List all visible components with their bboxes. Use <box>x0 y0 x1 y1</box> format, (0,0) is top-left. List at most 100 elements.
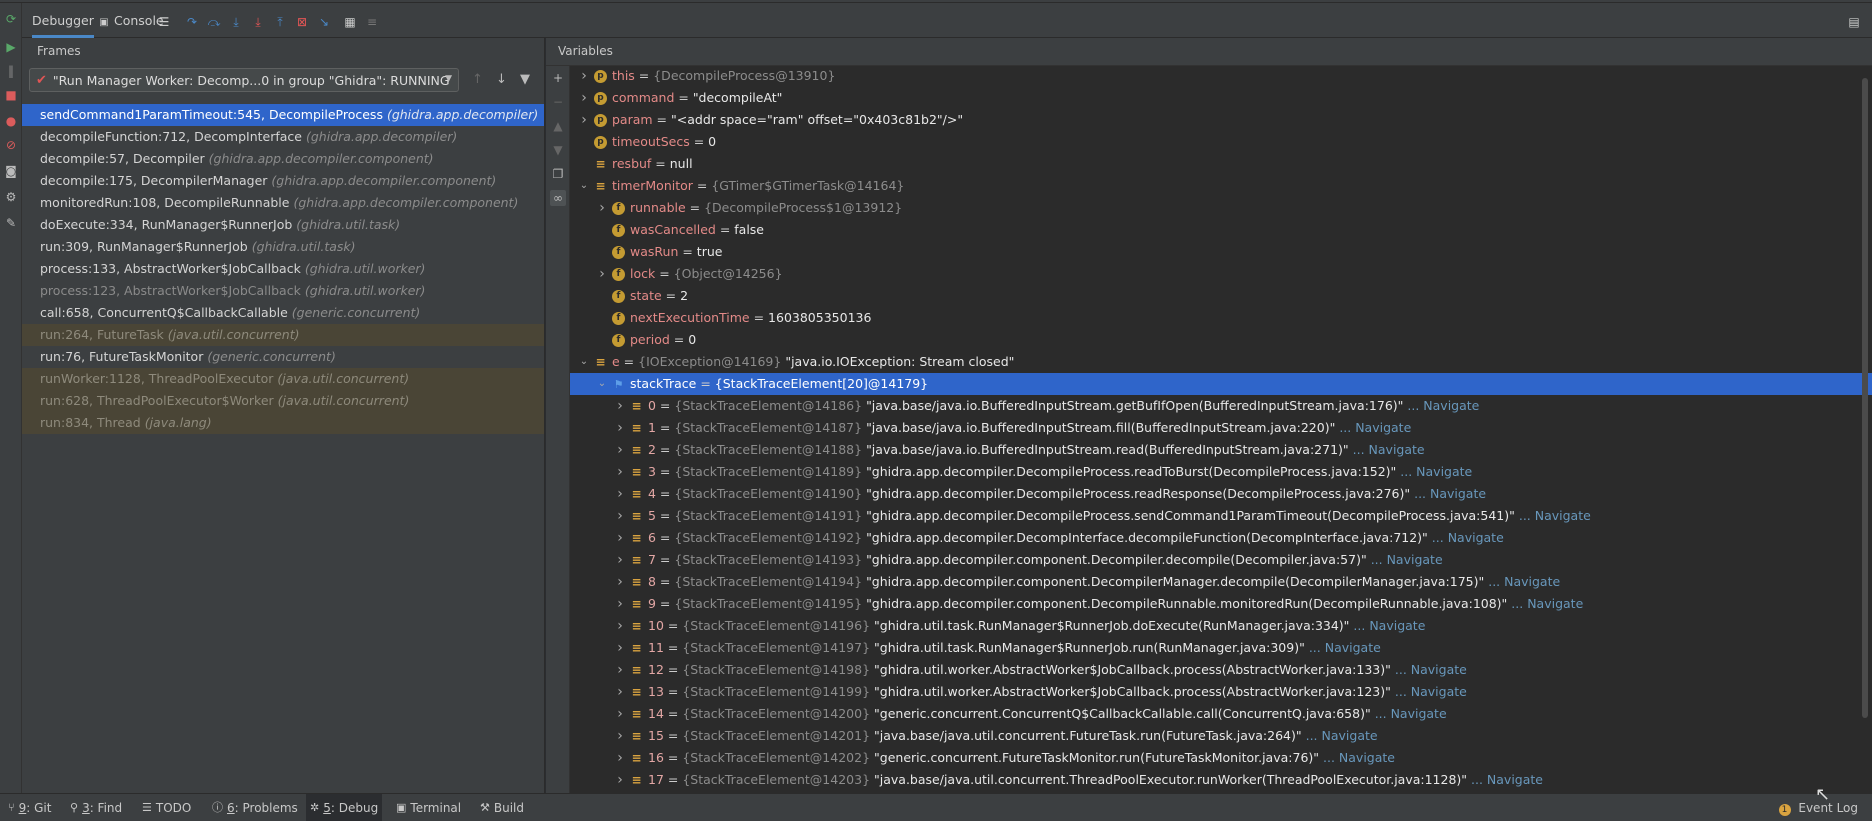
frame-item[interactable]: runWorker:1128, ThreadPoolExecutor (java… <box>22 368 544 390</box>
frame-item[interactable]: decompileFunction:712, DecompInterface (… <box>22 126 544 148</box>
frame-item[interactable]: decompile:175, DecompilerManager (ghidra… <box>22 170 544 192</box>
variable-row[interactable]: › ≡ 16 = {StackTraceElement@14202} "generi… <box>570 747 1872 769</box>
statusbar-item[interactable]: ⓘ 6: Problems <box>208 794 302 821</box>
statusbar-item[interactable]: ⑂ 9: Git <box>4 794 55 821</box>
navigate-link[interactable]: ... Navigate <box>1395 662 1467 677</box>
navigate-link[interactable]: ... Navigate <box>1323 750 1395 765</box>
variable-row[interactable]: › p this = {DecompileProcess@13910} <box>570 65 1872 87</box>
move-up-icon[interactable]: ▲ <box>550 118 566 134</box>
menu-icon[interactable]: ☰ <box>156 14 172 30</box>
expand-arrow-icon[interactable]: › <box>614 615 626 637</box>
expand-arrow-icon[interactable]: › <box>596 263 608 285</box>
expand-arrow-icon[interactable]: › <box>578 109 590 131</box>
navigate-link[interactable]: ... Navigate <box>1488 574 1560 589</box>
move-down-icon[interactable]: ▼ <box>550 142 566 158</box>
frame-item[interactable]: monitoredRun:108, DecompileRunnable (ghi… <box>22 192 544 214</box>
navigate-link[interactable]: ... Navigate <box>1511 596 1583 611</box>
statusbar-item[interactable]: ▣ Terminal <box>392 794 465 821</box>
variable-row[interactable]: › ≡ 15 = {StackTraceElement@14201} "java.b… <box>570 725 1872 747</box>
show-watches-icon[interactable]: ∞ <box>550 190 566 206</box>
run-to-cursor-icon[interactable]: ↘ <box>316 14 332 30</box>
frame-item[interactable]: call:658, ConcurrentQ$CallbackCallable (… <box>22 302 544 324</box>
variable-row[interactable]: f state = 2 <box>570 285 1872 307</box>
variable-row[interactable]: ⌄ ≡ e = {IOException@14169} "java.io.IOExc… <box>570 351 1872 373</box>
stop-icon[interactable]: ■ <box>3 87 19 103</box>
expand-arrow-icon[interactable]: › <box>614 571 626 593</box>
variable-row[interactable]: › ≡ 14 = {StackTraceElement@14200} "generi… <box>570 703 1872 725</box>
frame-item[interactable]: process:133, AbstractWorker$JobCallback … <box>22 258 544 280</box>
expand-arrow-icon[interactable]: › <box>614 769 626 791</box>
expand-arrow-icon[interactable]: › <box>614 725 626 747</box>
variable-row[interactable]: › p command = "decompileAt" <box>570 87 1872 109</box>
frame-item[interactable]: run:834, Thread (java.lang) <box>22 412 544 434</box>
navigate-link[interactable]: ... Navigate <box>1414 486 1486 501</box>
collapse-arrow-icon[interactable]: ⌄ <box>596 373 608 395</box>
pin-icon[interactable]: ✎ <box>3 215 19 231</box>
variable-row[interactable]: › ≡ 3 = {StackTraceElement@14189} "ghidra.… <box>570 461 1872 483</box>
expand-arrow-icon[interactable]: › <box>614 681 626 703</box>
expand-arrow-icon[interactable]: › <box>614 593 626 615</box>
show-execution-point-icon[interactable]: ↷ <box>184 14 200 30</box>
navigate-link[interactable]: ... Navigate <box>1339 420 1411 435</box>
statusbar-item[interactable]: ✲ 5: Debug <box>306 794 383 821</box>
navigate-link[interactable]: ... Navigate <box>1407 398 1479 413</box>
step-over-icon[interactable]: ⤼ <box>206 14 222 30</box>
variable-row[interactable]: ⌄ ⚑ stackTrace = {StackTraceElement[20]@14… <box>570 373 1872 395</box>
variable-row[interactable]: › f runnable = {DecompileProcess$1@13912} <box>570 197 1872 219</box>
expand-arrow-icon[interactable]: › <box>614 703 626 725</box>
tab-debugger[interactable]: Debugger <box>32 3 94 38</box>
frame-item[interactable]: run:76, FutureTaskMonitor (generic.concu… <box>22 346 544 368</box>
expand-arrow-icon[interactable]: › <box>596 197 608 219</box>
variable-row[interactable]: › ≡ 8 = {StackTraceElement@14194} "ghidra.… <box>570 571 1872 593</box>
navigate-link[interactable]: ... Navigate <box>1309 640 1381 655</box>
variable-row[interactable]: › f lock = {Object@14256} <box>570 263 1872 285</box>
variable-row[interactable]: f wasRun = true <box>570 241 1872 263</box>
settings-gear-icon[interactable]: ⚙ <box>3 189 19 205</box>
variable-row[interactable]: › ≡ 10 = {StackTraceElement@14196} "ghidra… <box>570 615 1872 637</box>
variable-row[interactable]: › ≡ 2 = {StackTraceElement@14188} "java.ba… <box>570 439 1872 461</box>
frame-item[interactable]: sendCommand1ParamTimeout:545, DecompileP… <box>22 104 544 126</box>
frame-item[interactable]: run:309, RunManager$RunnerJob (ghidra.ut… <box>22 236 544 258</box>
navigate-link[interactable]: ... Navigate <box>1306 728 1378 743</box>
variable-row[interactable]: › ≡ 5 = {StackTraceElement@14191} "ghidra.… <box>570 505 1872 527</box>
expand-arrow-icon[interactable]: › <box>614 439 626 461</box>
filter-icon[interactable]: ▼ <box>520 72 530 87</box>
step-out-icon[interactable]: ⤒ <box>272 14 288 30</box>
statusbar-item[interactable]: ☰ TODO <box>138 794 195 821</box>
variable-row[interactable]: › ≡ 17 = {StackTraceElement@14203} "java.b… <box>570 769 1872 791</box>
variable-row[interactable]: › ≡ 12 = {StackTraceElement@14198} "ghidra… <box>570 659 1872 681</box>
frame-item[interactable]: run:628, ThreadPoolExecutor$Worker (java… <box>22 390 544 412</box>
variable-row[interactable]: › ≡ 0 = {StackTraceElement@14186} "java.ba… <box>570 395 1872 417</box>
rerun-icon[interactable]: ⟳ <box>3 11 19 27</box>
navigate-link[interactable]: ... Navigate <box>1432 530 1504 545</box>
mute-breakpoints-icon[interactable]: ⊘ <box>3 137 19 153</box>
expand-arrow-icon[interactable]: › <box>578 87 590 109</box>
resume-icon[interactable]: ▶ <box>3 39 19 55</box>
navigate-link[interactable]: ... Navigate <box>1371 552 1443 567</box>
variable-row[interactable]: f period = 0 <box>570 329 1872 351</box>
trace-icon[interactable]: ≡ <box>364 14 380 30</box>
statusbar-item[interactable]: ⚲ 3: Find <box>66 794 126 821</box>
variable-row[interactable]: ⌄ ≡ timerMonitor = {GTimer$GTimerTask@1416… <box>570 175 1872 197</box>
frame-item[interactable]: doExecute:334, RunManager$RunnerJob (ghi… <box>22 214 544 236</box>
expand-arrow-icon[interactable]: › <box>614 483 626 505</box>
navigate-link[interactable]: ... Navigate <box>1353 442 1425 457</box>
expand-arrow-icon[interactable]: › <box>614 461 626 483</box>
navigate-link[interactable]: ... Navigate <box>1471 772 1543 787</box>
next-frame-icon[interactable]: ↓ <box>496 72 507 87</box>
collapse-arrow-icon[interactable]: ⌄ <box>578 351 590 373</box>
expand-arrow-icon[interactable]: › <box>614 637 626 659</box>
variable-row[interactable]: p timeoutSecs = 0 <box>570 131 1872 153</box>
force-step-into-icon[interactable]: ⤓ <box>250 14 266 30</box>
expand-arrow-icon[interactable]: › <box>614 395 626 417</box>
variable-row[interactable]: f wasCancelled = false <box>570 219 1872 241</box>
navigate-link[interactable]: ... Navigate <box>1353 618 1425 633</box>
variable-row[interactable]: › ≡ 1 = {StackTraceElement@14187} "java.ba… <box>570 417 1872 439</box>
remove-watch-icon[interactable]: − <box>550 94 566 110</box>
add-watch-icon[interactable]: + <box>550 70 566 86</box>
collapse-arrow-icon[interactable]: ⌄ <box>578 175 590 197</box>
frame-item[interactable]: decompile:57, Decompiler (ghidra.app.dec… <box>22 148 544 170</box>
navigate-link[interactable]: ... Navigate <box>1400 464 1472 479</box>
navigate-link[interactable]: ... Navigate <box>1519 508 1591 523</box>
step-into-icon[interactable]: ⤓ <box>228 14 244 30</box>
